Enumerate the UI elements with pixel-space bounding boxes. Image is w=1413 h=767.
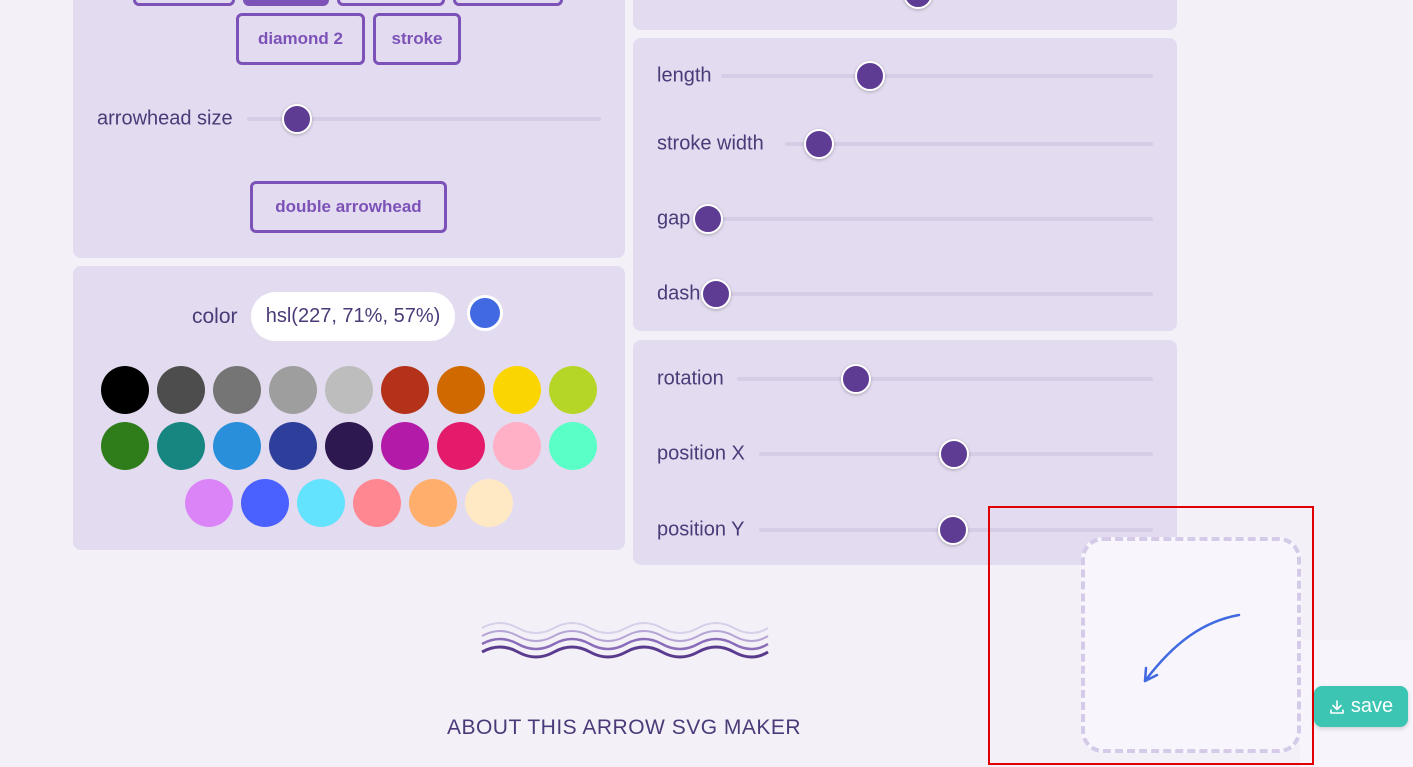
line-settings-panel: length stroke width gap dash — [633, 38, 1177, 331]
arrowhead-option-hidden-3[interactable] — [337, 0, 445, 6]
preview-highlight-box — [988, 506, 1314, 765]
color-swatch[interactable] — [213, 366, 261, 414]
color-swatch[interactable] — [241, 479, 289, 527]
save-button[interactable]: save — [1314, 686, 1408, 727]
stroke-width-thumb[interactable] — [804, 129, 834, 159]
color-swatch[interactable] — [325, 366, 373, 414]
color-swatch[interactable] — [549, 366, 597, 414]
color-swatch[interactable] — [437, 366, 485, 414]
color-label: color — [192, 305, 238, 328]
rotation-track[interactable] — [737, 377, 1153, 381]
double-arrowhead-button[interactable]: double arrowhead — [250, 181, 447, 233]
dash-thumb[interactable] — [701, 279, 731, 309]
color-swatch[interactable] — [297, 479, 345, 527]
position-y-thumb[interactable] — [938, 515, 968, 545]
color-swatch[interactable] — [493, 366, 541, 414]
position-x-label: position X — [657, 442, 745, 465]
color-panel: color hsl(227, 71%, 57%) — [73, 266, 625, 550]
color-value-text: hsl(227, 71%, 57%) — [265, 305, 441, 327]
arrowhead-diamond2-button[interactable]: diamond 2 — [236, 13, 365, 65]
length-thumb[interactable] — [855, 61, 885, 91]
dash-slider[interactable]: dash — [657, 276, 1153, 312]
dash-label: dash — [657, 282, 701, 305]
color-swatch[interactable] — [325, 422, 373, 470]
rotation-slider[interactable]: rotation — [657, 361, 1153, 397]
wave-divider-icon — [481, 622, 769, 659]
arrowhead-size-thumb[interactable] — [282, 104, 312, 134]
color-swatch[interactable] — [157, 422, 205, 470]
rotation-label: rotation — [657, 367, 724, 390]
length-label: length — [657, 64, 712, 87]
stroke-width-track[interactable] — [785, 142, 1153, 146]
color-swatch[interactable] — [381, 366, 429, 414]
arrowhead-settings-panel: diamond 2 stroke arrowhead size double a… — [73, 0, 625, 258]
color-swatch[interactable] — [101, 366, 149, 414]
dash-track[interactable] — [703, 292, 1153, 296]
color-swatch[interactable] — [269, 366, 317, 414]
position-x-slider[interactable]: position X — [657, 436, 1153, 472]
arrowhead-option-hidden-2[interactable] — [243, 0, 329, 6]
color-swatch[interactable] — [269, 422, 317, 470]
curve-settings-panel — [633, 0, 1177, 30]
position-x-thumb[interactable] — [939, 439, 969, 469]
gap-slider[interactable]: gap — [657, 201, 1153, 237]
color-swatch[interactable] — [353, 479, 401, 527]
arrowhead-size-slider[interactable]: arrowhead size — [97, 101, 601, 137]
curve-slider-thumb[interactable] — [903, 0, 933, 9]
color-swatch[interactable] — [549, 422, 597, 470]
color-value-input[interactable]: hsl(227, 71%, 57%) — [251, 292, 455, 341]
color-swatch[interactable] — [409, 479, 457, 527]
arrowhead-option-hidden-1[interactable] — [133, 0, 235, 6]
color-swatch[interactable] — [157, 366, 205, 414]
color-swatch[interactable] — [465, 479, 513, 527]
length-slider[interactable]: length — [657, 58, 1153, 94]
color-swatch[interactable] — [381, 422, 429, 470]
download-icon — [1330, 699, 1344, 714]
stroke-width-label: stroke width — [657, 132, 764, 155]
color-preview-swatch[interactable] — [467, 295, 503, 331]
color-swatch[interactable] — [493, 422, 541, 470]
gap-track[interactable] — [695, 217, 1153, 221]
gap-label: gap — [657, 207, 691, 230]
arrowhead-option-hidden-4[interactable] — [453, 0, 563, 6]
color-swatch[interactable] — [101, 422, 149, 470]
color-swatch[interactable] — [213, 422, 261, 470]
gap-thumb[interactable] — [693, 204, 723, 234]
length-track[interactable] — [721, 74, 1153, 78]
arrowhead-stroke-button[interactable]: stroke — [373, 13, 461, 65]
save-button-label: save — [1350, 695, 1394, 717]
color-swatch[interactable] — [437, 422, 485, 470]
position-y-label: position Y — [657, 518, 745, 541]
color-swatch[interactable] — [185, 479, 233, 527]
rotation-thumb[interactable] — [841, 364, 871, 394]
arrowhead-size-label: arrowhead size — [97, 107, 233, 130]
stroke-width-slider[interactable]: stroke width — [657, 126, 1153, 162]
